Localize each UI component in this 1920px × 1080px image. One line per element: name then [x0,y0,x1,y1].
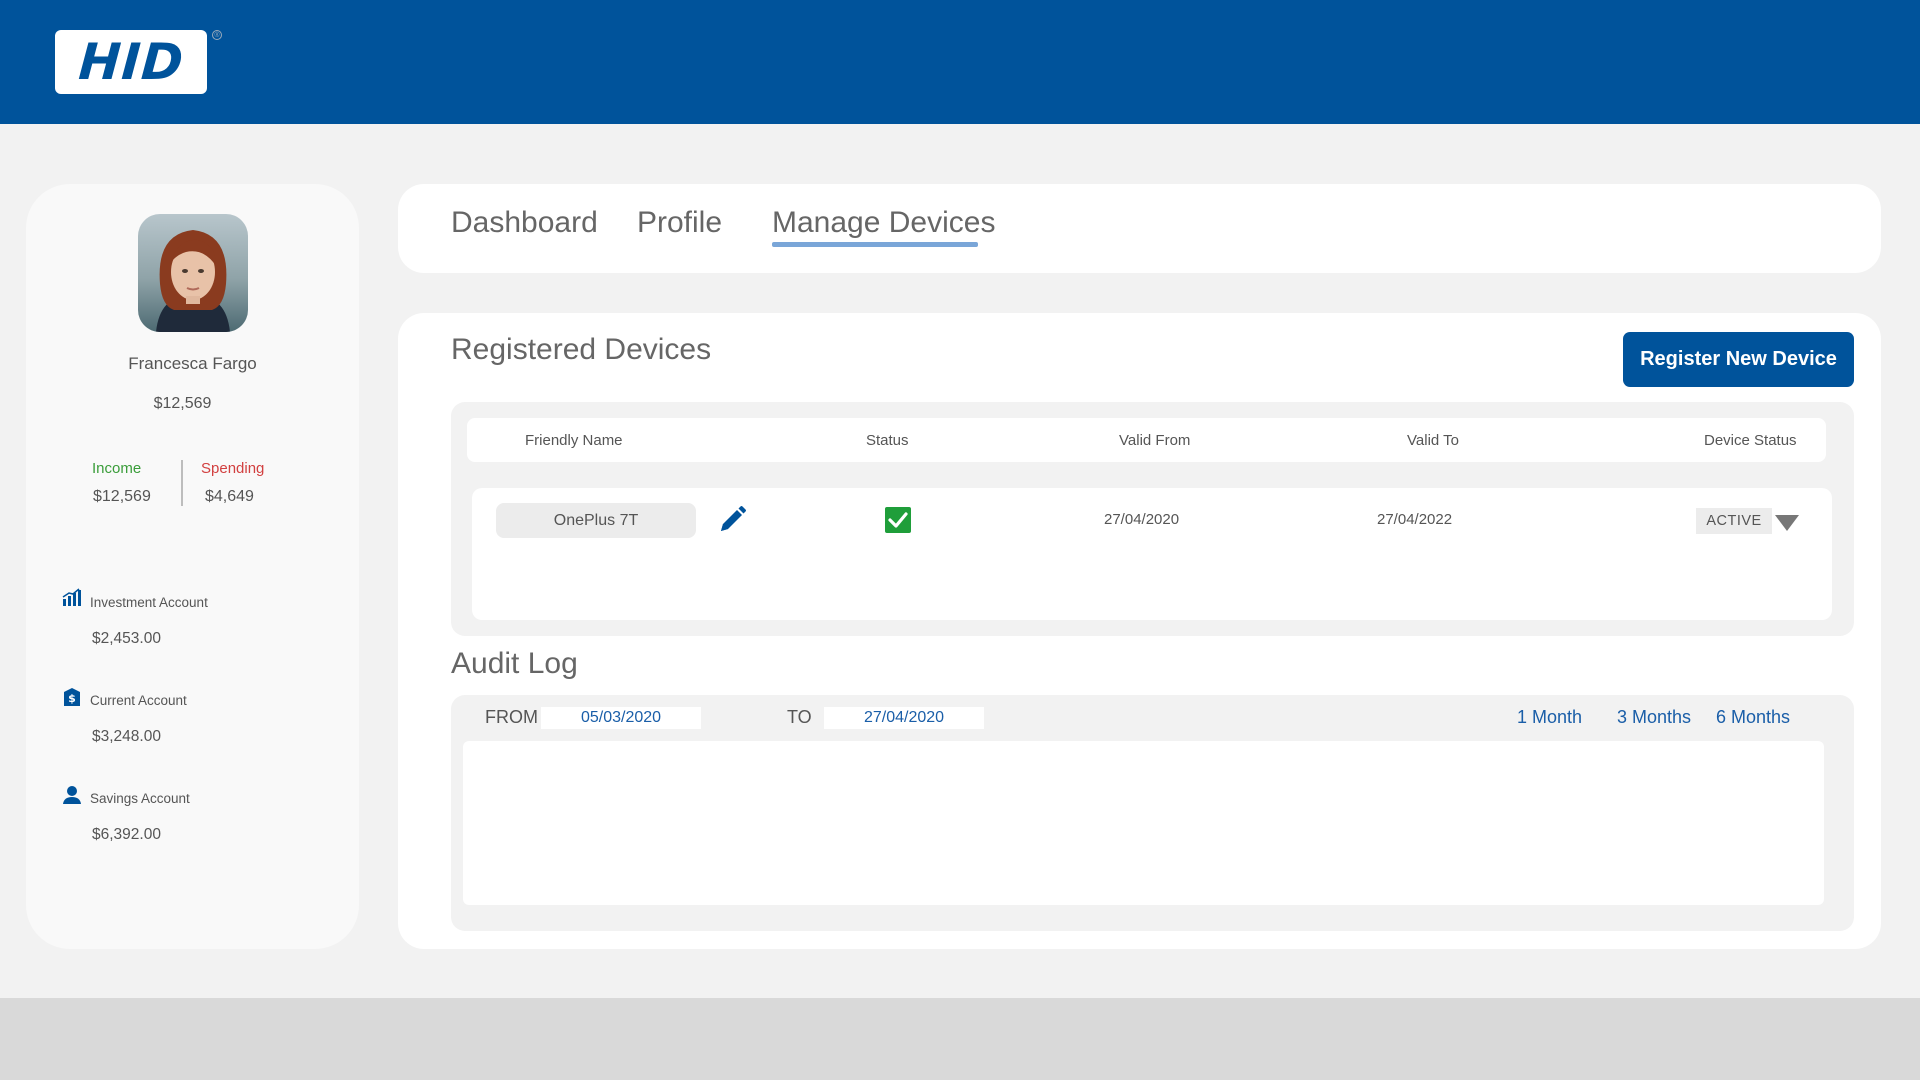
device-valid-to: 27/04/2022 [1377,511,1453,528]
device-friendly-name[interactable]: OnePlus 7T [496,503,696,538]
range-3-months[interactable]: 3 Months [1617,707,1691,728]
table-row: OnePlus 7T 27/04/2020 27/04/2022 ACTIVE [472,488,1832,620]
column-header-device-status: Device Status [1704,432,1797,449]
pencil-icon[interactable] [716,504,748,536]
logo-text: HID [76,33,186,91]
caret-down-icon[interactable] [1774,513,1800,533]
devices-table: Friendly Name Status Valid From Valid To… [451,402,1854,636]
spending-label: Spending [201,460,265,477]
checked-checkbox-icon[interactable] [884,506,912,534]
main-tabs: Dashboard Profile Manage Devices [398,184,1881,273]
svg-text:$: $ [68,692,76,705]
user-name: Francesca Fargo [128,354,257,373]
registered-mark: ® [212,30,222,40]
account-label: Current Account [90,693,187,708]
audit-log-title: Audit Log [451,647,578,680]
range-1-month[interactable]: 1 Month [1517,707,1582,728]
manage-devices-panel: Registered Devices Register New Device F… [398,313,1881,949]
avatar-photo [138,214,248,332]
account-value: $3,248.00 [92,728,161,745]
avatar [138,214,248,332]
user-balance: $12,569 [153,395,212,412]
footer-band [0,998,1920,1080]
column-header-friendly-name: Friendly Name [525,432,623,449]
hid-logo[interactable]: HID [55,30,207,94]
registered-devices-title: Registered Devices [451,333,712,366]
to-label: TO [787,707,812,727]
bar-chart-icon [62,588,81,606]
to-date-input[interactable] [824,707,984,729]
account-label: Investment Account [90,595,208,610]
tab-manage-devices[interactable]: Manage Devices [772,206,995,240]
account-label: Savings Account [90,791,190,806]
device-status-select[interactable]: ACTIVE [1696,508,1772,534]
audit-log-entries [463,741,1824,905]
person-icon [63,786,81,804]
tab-dashboard[interactable]: Dashboard [451,206,598,240]
column-header-valid-to: Valid To [1407,432,1459,449]
top-bar: HID ® [0,0,1920,124]
register-new-device-button[interactable]: Register New Device [1623,332,1854,387]
audit-log: FROM TO 1 Month 3 Months 6 Months [451,695,1854,931]
spending-value: $4,649 [205,488,254,505]
tab-profile[interactable]: Profile [637,206,722,240]
account-value: $2,453.00 [92,630,161,647]
from-date-input[interactable] [541,707,701,729]
range-6-months[interactable]: 6 Months [1716,707,1790,728]
device-valid-from: 27/04/2020 [1104,511,1180,528]
from-label: FROM [485,707,538,727]
income-value: $12,569 [93,488,151,505]
dollar-shield-icon: $ [64,688,80,706]
table-header: Friendly Name Status Valid From Valid To… [467,418,1826,462]
column-header-status: Status [866,432,909,449]
income-label: Income [92,460,142,477]
active-tab-indicator [772,242,978,247]
account-value: $6,392.00 [92,826,161,843]
account-sidebar: Francesca Fargo $12,569 Income Spending … [26,184,359,949]
income-spending-divider [181,460,183,506]
column-header-valid-from: Valid From [1119,432,1191,449]
